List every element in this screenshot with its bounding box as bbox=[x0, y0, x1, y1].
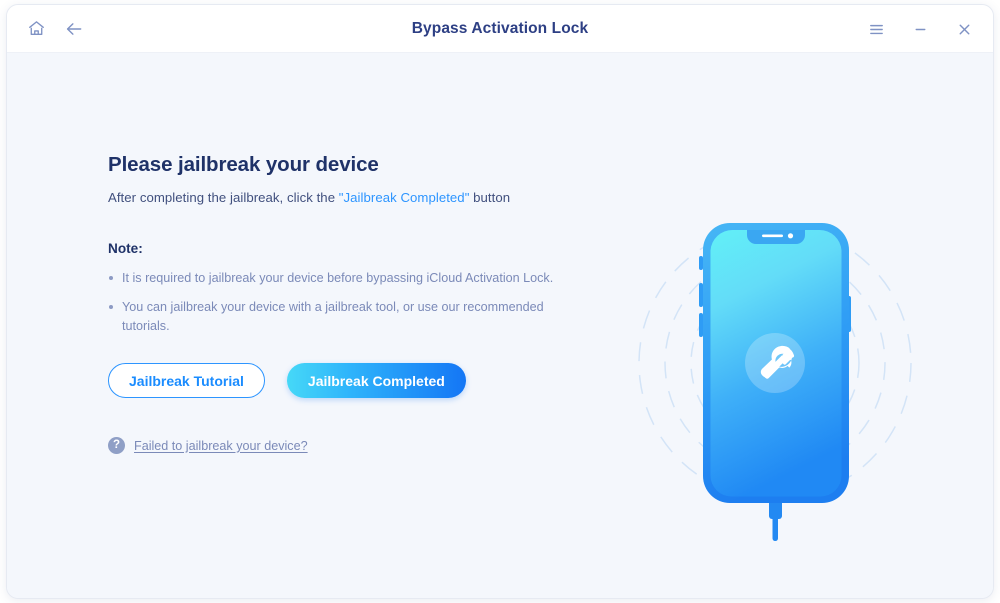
title-bar-right-controls bbox=[865, 5, 975, 53]
notch-speaker-icon bbox=[762, 234, 783, 238]
note-heading: Note: bbox=[108, 241, 143, 256]
jailbreak-tutorial-button[interactable]: Jailbreak Tutorial bbox=[108, 363, 265, 398]
subtitle-text-before: After completing the jailbreak, click th… bbox=[108, 190, 339, 205]
bullet-icon bbox=[109, 305, 113, 309]
title-bar: Bypass Activation Lock bbox=[7, 5, 993, 53]
home-icon[interactable] bbox=[25, 18, 47, 40]
minimize-icon[interactable] bbox=[909, 18, 931, 40]
title-bar-left-controls bbox=[7, 18, 85, 40]
instructions-panel: Please jailbreak your device After compl… bbox=[108, 153, 608, 454]
page-title: Please jailbreak your device bbox=[108, 153, 379, 176]
note-item-text: It is required to jailbreak your device … bbox=[122, 271, 554, 285]
close-icon[interactable] bbox=[953, 18, 975, 40]
page-subtitle: After completing the jailbreak, click th… bbox=[108, 190, 608, 205]
hamburger-menu-icon[interactable] bbox=[865, 18, 887, 40]
subtitle-highlight: "Jailbreak Completed" bbox=[338, 190, 470, 205]
window-title: Bypass Activation Lock bbox=[411, 19, 589, 37]
back-arrow-icon[interactable] bbox=[63, 18, 85, 40]
subtitle-text-after: button bbox=[469, 190, 511, 205]
jailbreak-completed-button[interactable]: Jailbreak Completed bbox=[286, 363, 466, 398]
question-mark-icon: ? bbox=[108, 437, 125, 454]
app-window: Bypass Activation Lock Please jailbreak … bbox=[6, 4, 994, 599]
note-item-text: You can jailbreak your device with a jai… bbox=[122, 300, 544, 333]
note-list: It is required to jailbreak your device … bbox=[108, 269, 608, 336]
list-item: You can jailbreak your device with a jai… bbox=[108, 298, 560, 336]
failed-jailbreak-help-link[interactable]: ? Failed to jailbreak your device? bbox=[108, 437, 308, 454]
main-content: Please jailbreak your device After compl… bbox=[7, 53, 993, 598]
phone-with-wrench-illustration bbox=[607, 201, 947, 546]
help-link-label[interactable]: Failed to jailbreak your device? bbox=[134, 439, 308, 453]
action-button-row: Jailbreak Tutorial Jailbreak Completed bbox=[108, 363, 608, 398]
notch-camera-icon bbox=[787, 233, 794, 239]
bullet-icon bbox=[109, 276, 113, 280]
list-item: It is required to jailbreak your device … bbox=[108, 269, 560, 288]
